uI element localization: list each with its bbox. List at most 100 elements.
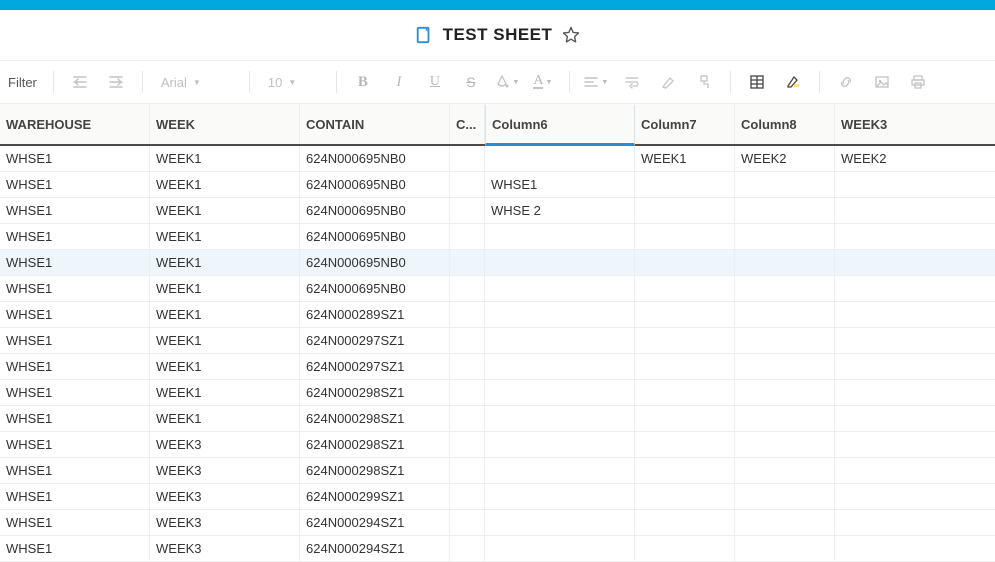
cell[interactable] (450, 380, 485, 405)
column-header[interactable]: WAREHOUSE (0, 104, 150, 144)
column-header[interactable]: Column8 (735, 104, 835, 144)
cell[interactable] (450, 536, 485, 561)
cell[interactable] (635, 250, 735, 275)
table-row[interactable]: WHSE1WEEK1624N000695NB0WHSE1 (0, 172, 995, 198)
cell[interactable]: WHSE1 (0, 198, 150, 223)
cell[interactable] (735, 380, 835, 405)
cell[interactable]: WEEK1 (150, 354, 300, 379)
cell[interactable]: WEEK1 (635, 146, 735, 171)
table-row[interactable]: WHSE1WEEK3624N000298SZ1 (0, 432, 995, 458)
italic-button[interactable]: I (381, 68, 417, 96)
cell[interactable] (635, 198, 735, 223)
cell[interactable] (450, 276, 485, 301)
cell[interactable]: 624N000298SZ1 (300, 380, 450, 405)
cell[interactable] (735, 484, 835, 509)
cell[interactable]: WEEK3 (150, 510, 300, 535)
cell[interactable] (635, 302, 735, 327)
table-row[interactable]: WHSE1WEEK1624N000695NB0 (0, 250, 995, 276)
cell[interactable]: WEEK1 (150, 276, 300, 301)
cell[interactable] (450, 458, 485, 483)
cell[interactable] (485, 536, 635, 561)
cell[interactable] (485, 302, 635, 327)
cell[interactable]: 624N000297SZ1 (300, 328, 450, 353)
cell[interactable] (835, 172, 995, 197)
fill-color-button[interactable]: ▼ (489, 68, 525, 96)
table-row[interactable]: WHSE1WEEK3624N000299SZ1 (0, 484, 995, 510)
cell[interactable]: WHSE1 (0, 406, 150, 431)
table-row[interactable]: WHSE1WEEK3624N000298SZ1 (0, 458, 995, 484)
cell[interactable] (450, 510, 485, 535)
cell[interactable] (735, 432, 835, 457)
cell[interactable]: WEEK1 (150, 146, 300, 171)
column-header[interactable]: Column7 (635, 104, 735, 144)
cell[interactable]: WHSE1 (0, 250, 150, 275)
cell[interactable]: 624N000695NB0 (300, 250, 450, 275)
table-row[interactable]: WHSE1WEEK3624N000294SZ1 (0, 536, 995, 562)
cell[interactable] (450, 432, 485, 457)
cell[interactable]: 624N000298SZ1 (300, 406, 450, 431)
cell[interactable] (835, 380, 995, 405)
table-row[interactable]: WHSE1WEEK1624N000297SZ1 (0, 328, 995, 354)
cell[interactable]: 624N000294SZ1 (300, 510, 450, 535)
cell[interactable] (485, 146, 635, 171)
wrap-button[interactable] (614, 68, 650, 96)
cell[interactable] (450, 328, 485, 353)
cell[interactable] (635, 432, 735, 457)
table-row[interactable]: WHSE1WEEK3624N000294SZ1 (0, 510, 995, 536)
table-row[interactable]: WHSE1WEEK1624N000695NB0WHSE 2 (0, 198, 995, 224)
cell[interactable]: WEEK3 (150, 484, 300, 509)
outdent-button[interactable] (62, 68, 98, 96)
cell[interactable] (635, 276, 735, 301)
cell[interactable]: 624N000289SZ1 (300, 302, 450, 327)
cell[interactable] (835, 250, 995, 275)
cell[interactable]: WHSE1 (0, 224, 150, 249)
cell[interactable] (735, 536, 835, 561)
cell[interactable] (450, 224, 485, 249)
cell[interactable]: WHSE1 (0, 328, 150, 353)
cell[interactable] (835, 432, 995, 457)
cell[interactable]: WHSE1 (0, 380, 150, 405)
cell[interactable] (735, 198, 835, 223)
sheet-title[interactable]: TEST SHEET (443, 25, 553, 45)
cell[interactable] (485, 276, 635, 301)
highlight-button[interactable] (775, 68, 811, 96)
strikethrough-button[interactable]: S (453, 68, 489, 96)
cell[interactable] (635, 328, 735, 353)
cell[interactable]: WHSE1 (0, 276, 150, 301)
table-row[interactable]: WHSE1WEEK1624N000298SZ1 (0, 380, 995, 406)
cell[interactable] (450, 250, 485, 275)
cell[interactable]: WEEK3 (150, 432, 300, 457)
cell[interactable]: WHSE1 (0, 172, 150, 197)
cell[interactable]: WEEK3 (150, 458, 300, 483)
filter-button[interactable]: Filter (4, 75, 45, 90)
cell[interactable] (635, 354, 735, 379)
cell[interactable] (635, 510, 735, 535)
cell[interactable]: 624N000695NB0 (300, 224, 450, 249)
column-header[interactable]: WEEK3 (835, 104, 995, 144)
column-header[interactable]: WEEK (150, 104, 300, 144)
text-color-button[interactable]: A ▼ (525, 68, 561, 96)
cell[interactable] (485, 406, 635, 431)
indent-button[interactable] (98, 68, 134, 96)
cell[interactable] (835, 536, 995, 561)
cell[interactable] (835, 484, 995, 509)
cell[interactable]: WHSE1 (0, 510, 150, 535)
conditional-format-button[interactable] (739, 68, 775, 96)
table-row[interactable]: WHSE1WEEK1624N000297SZ1 (0, 354, 995, 380)
image-button[interactable] (864, 68, 900, 96)
cell[interactable]: WEEK2 (735, 146, 835, 171)
star-favorite-icon[interactable] (562, 26, 580, 44)
cell[interactable]: 624N000298SZ1 (300, 458, 450, 483)
cell[interactable] (450, 146, 485, 171)
column-header[interactable]: CONTAIN (300, 104, 450, 144)
cell[interactable] (635, 458, 735, 483)
cell[interactable] (835, 406, 995, 431)
link-button[interactable] (828, 68, 864, 96)
cell[interactable] (485, 354, 635, 379)
cell[interactable]: WHSE1 (0, 354, 150, 379)
cell[interactable] (835, 276, 995, 301)
cell[interactable] (835, 302, 995, 327)
cell[interactable] (735, 458, 835, 483)
print-button[interactable] (900, 68, 936, 96)
cell[interactable]: WEEK1 (150, 328, 300, 353)
